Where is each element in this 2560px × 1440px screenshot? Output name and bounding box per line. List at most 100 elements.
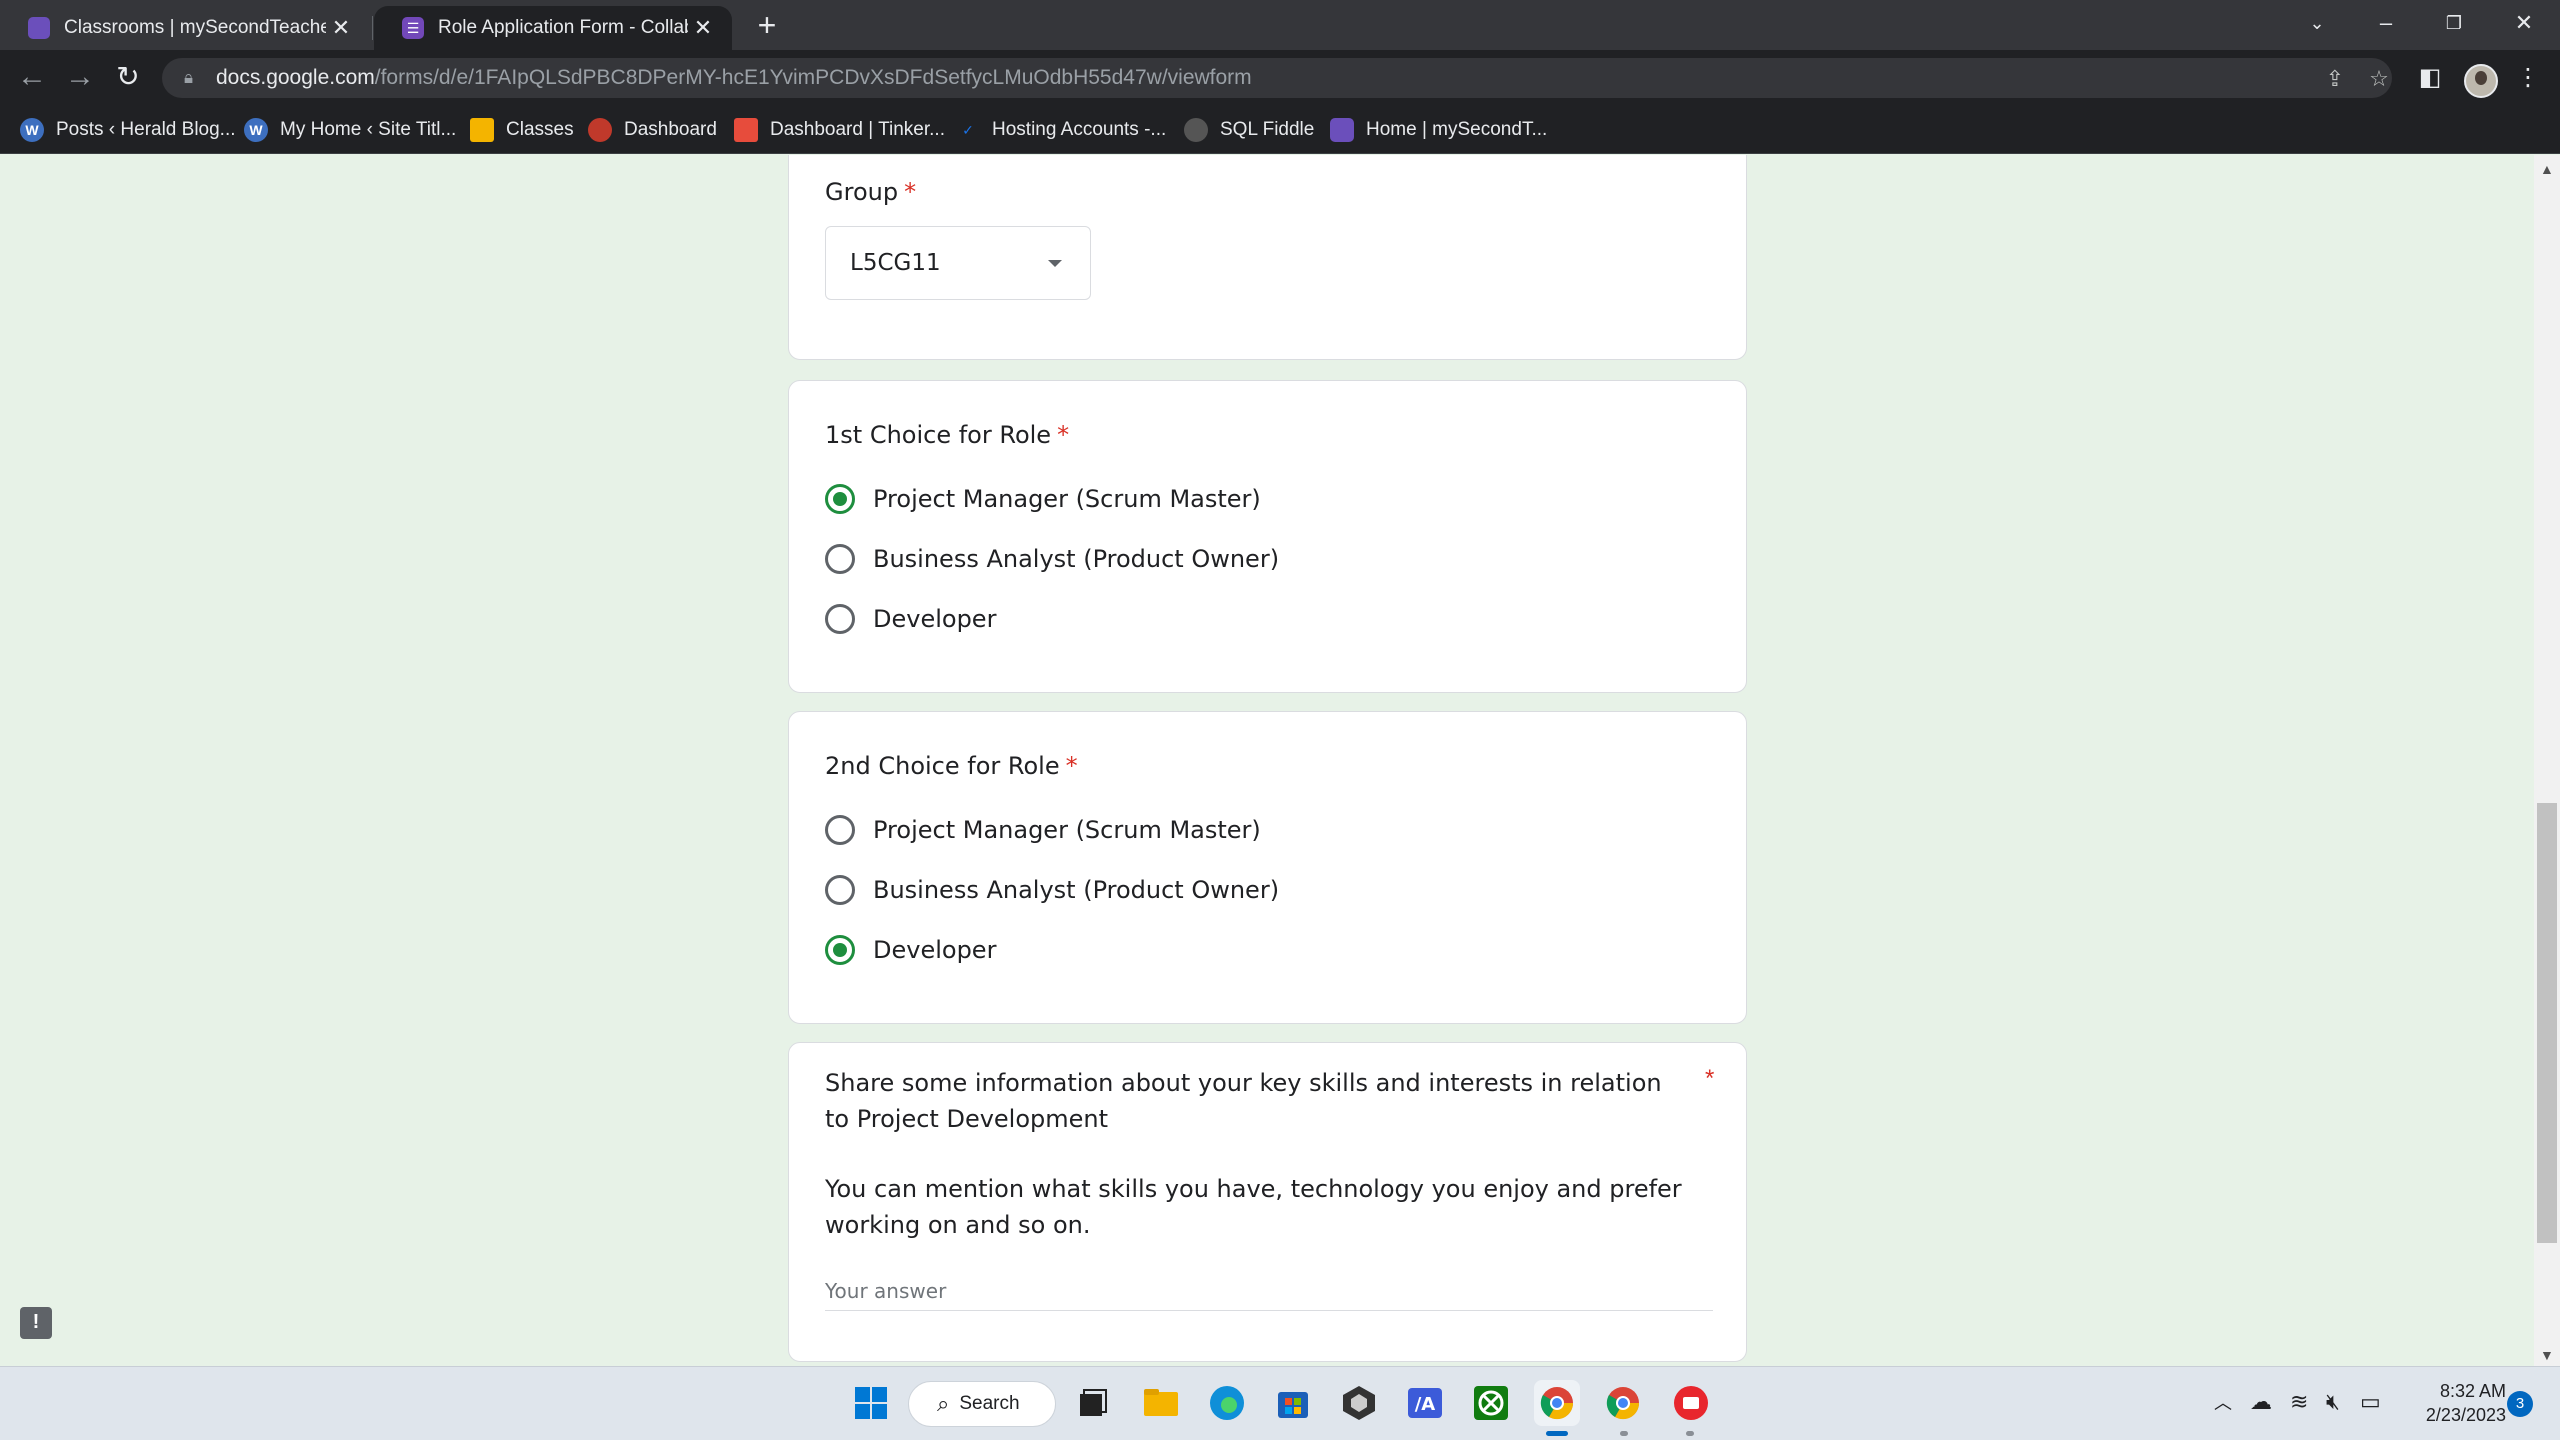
- bookmark-label: Hosting Accounts -...: [992, 119, 1167, 140]
- minimize-button[interactable]: –: [2356, 6, 2416, 40]
- chrome-icon[interactable]: [1534, 1380, 1580, 1426]
- radio-button[interactable]: [825, 935, 855, 965]
- bookmark-classes[interactable]: Classes: [470, 116, 574, 144]
- dashboard-icon: [588, 118, 612, 142]
- tab-role-application-form[interactable]: ☰ Role Application Form - Collabor ✕: [374, 6, 732, 50]
- group-question-title: Group *: [825, 178, 916, 206]
- sqlfiddle-icon: [1184, 118, 1208, 142]
- option-label: Developer: [873, 605, 997, 633]
- question-label: 2nd Choice for Role: [825, 752, 1060, 780]
- profile-avatar[interactable]: [2464, 64, 2498, 98]
- second-choice-option-business-analyst[interactable]: Business Analyst (Product Owner): [825, 870, 1279, 910]
- option-label: Developer: [873, 936, 997, 964]
- option-label: Business Analyst (Product Owner): [873, 545, 1280, 573]
- question-label: Group: [825, 178, 899, 206]
- tab-title: Classrooms | mySecondTeacher: [64, 17, 326, 38]
- address-bar[interactable]: 🔒︎ docs.google.com/forms/d/e/1FAIpQLSdPB…: [162, 58, 2392, 98]
- restore-button[interactable]: ❐: [2424, 6, 2484, 40]
- url-host: docs.google.com: [216, 66, 375, 89]
- new-tab-button[interactable]: +: [750, 9, 784, 44]
- required-asterisk: *: [1705, 1065, 1715, 1092]
- running-app-indicator: [1620, 1431, 1628, 1436]
- side-panel-icon[interactable]: ◧: [2414, 62, 2446, 94]
- search-label: Search: [959, 1393, 1020, 1414]
- bookmark-tinkercad[interactable]: Dashboard | Tinker...: [734, 116, 945, 144]
- second-choice-option-project-manager[interactable]: Project Manager (Scrum Master): [825, 810, 1261, 850]
- bookmark-dashboard[interactable]: Dashboard: [588, 116, 717, 144]
- xbox-icon[interactable]: [1468, 1380, 1514, 1426]
- clock-time: 8:32 AM: [2439, 1381, 2506, 1401]
- page-scrollbar[interactable]: ▲ ▼: [2534, 155, 2560, 1366]
- forward-icon[interactable]: →: [62, 60, 98, 96]
- visual-studio-icon[interactable]: /A: [1402, 1380, 1448, 1426]
- notification-badge[interactable]: 3: [2507, 1391, 2533, 1417]
- first-choice-title: 1st Choice for Role *: [825, 421, 1069, 449]
- mysecondteacher-icon: [28, 17, 50, 39]
- tab-classrooms[interactable]: Classrooms | mySecondTeacher ✕: [0, 6, 370, 50]
- close-tab-icon[interactable]: ✕: [326, 15, 356, 41]
- svg-text:/A: /A: [1415, 1394, 1436, 1415]
- file-explorer-icon[interactable]: [1138, 1380, 1184, 1426]
- skills-question-card: Share some information about your key sk…: [788, 1042, 1747, 1362]
- close-window-button[interactable]: ✕: [2494, 6, 2554, 40]
- microsoft-store-icon[interactable]: [1270, 1380, 1316, 1426]
- radio-button[interactable]: [825, 484, 855, 514]
- google-forms-icon: ☰: [402, 17, 424, 39]
- task-view-icon[interactable]: [1070, 1380, 1116, 1426]
- onedrive-cloud-icon[interactable]: ☁: [2250, 1389, 2272, 1415]
- taskbar-search-box[interactable]: ⌕ Search: [908, 1381, 1056, 1427]
- bookmark-mysecondteacher-home[interactable]: Home | mySecondT...: [1330, 116, 1547, 144]
- scroll-up-arrow-icon[interactable]: ▲: [2540, 161, 2554, 177]
- group-dropdown[interactable]: L5CG11: [825, 226, 1091, 300]
- bookmark-my-home[interactable]: W My Home ‹ Site Titl...: [244, 116, 456, 144]
- url-path: /forms/d/e/1FAIpQLSdPBC8DPerMY-hcE1YvimP…: [374, 66, 1252, 89]
- wifi-icon[interactable]: ≋: [2290, 1389, 2308, 1415]
- classroom-icon: [470, 118, 494, 142]
- second-choice-option-developer[interactable]: Developer: [825, 930, 996, 970]
- back-icon[interactable]: ←: [14, 60, 50, 96]
- show-hidden-icons-icon[interactable]: ︿: [2214, 1389, 2232, 1415]
- anydesk-icon[interactable]: [1668, 1380, 1714, 1426]
- lock-icon: 🔒︎: [184, 68, 194, 87]
- bookmark-sql-fiddle[interactable]: SQL Fiddle: [1184, 116, 1314, 144]
- chrome-profile-icon[interactable]: [1600, 1380, 1646, 1426]
- first-choice-option-project-manager[interactable]: Project Manager (Scrum Master): [825, 479, 1261, 519]
- speaker-muted-icon[interactable]: 🔇︎: [2326, 1389, 2340, 1415]
- report-feedback-icon[interactable]: !: [20, 1307, 52, 1339]
- form-page: Group * L5CG11 1st Choice for Role * Proje…: [0, 155, 2560, 1366]
- windows-taskbar: ⌕ Search /A ︿ ☁ ≋ 🔇︎ ▭ 8:32 AM 2/23/2023…: [0, 1366, 2560, 1440]
- radio-button[interactable]: [825, 875, 855, 905]
- bookmark-label: Classes: [506, 119, 574, 140]
- scrollbar-thumb[interactable]: [2537, 803, 2557, 1243]
- tab-title: Role Application Form - Collabor: [438, 17, 688, 38]
- system-clock[interactable]: 8:32 AM 2/23/2023: [2386, 1379, 2506, 1427]
- menu-kebab-icon[interactable]: ⋮: [2512, 62, 2544, 94]
- windows-start-icon[interactable]: [848, 1380, 894, 1426]
- first-choice-option-developer[interactable]: Developer: [825, 599, 996, 639]
- bookmark-posts-herald[interactable]: W Posts ‹ Herald Blog...: [20, 116, 236, 144]
- running-app-indicator: [1686, 1431, 1694, 1436]
- tab-search-icon[interactable]: ⌄: [2287, 6, 2347, 40]
- radio-button[interactable]: [825, 604, 855, 634]
- scroll-down-arrow-icon[interactable]: ▼: [2540, 1347, 2554, 1363]
- close-tab-icon[interactable]: ✕: [688, 15, 718, 41]
- first-choice-option-business-analyst[interactable]: Business Analyst (Product Owner): [825, 539, 1279, 579]
- unity-hub-icon[interactable]: [1336, 1380, 1382, 1426]
- wordpress-icon: W: [244, 118, 268, 142]
- chevron-down-icon: [1048, 260, 1062, 267]
- bookmark-hosting-accounts[interactable]: ✓ Hosting Accounts -...: [956, 116, 1166, 144]
- clock-date: 2/23/2023: [2425, 1405, 2506, 1425]
- wordpress-icon: W: [20, 118, 44, 142]
- share-icon[interactable]: ⇪: [2320, 64, 2350, 94]
- bookmark-label: Home | mySecondT...: [1366, 119, 1548, 140]
- battery-icon[interactable]: ▭: [2360, 1389, 2381, 1415]
- edge-browser-icon[interactable]: [1204, 1380, 1250, 1426]
- radio-button[interactable]: [825, 544, 855, 574]
- skills-question-description: You can mention what skills you have, te…: [825, 1175, 1682, 1239]
- bookmark-label: SQL Fiddle: [1220, 119, 1315, 140]
- option-label: Project Manager (Scrum Master): [873, 485, 1261, 513]
- bookmark-star-icon[interactable]: ☆: [2364, 64, 2394, 94]
- radio-button[interactable]: [825, 815, 855, 845]
- reload-icon[interactable]: ↻: [110, 60, 146, 96]
- skills-answer-input[interactable]: Your answer: [825, 1271, 1713, 1311]
